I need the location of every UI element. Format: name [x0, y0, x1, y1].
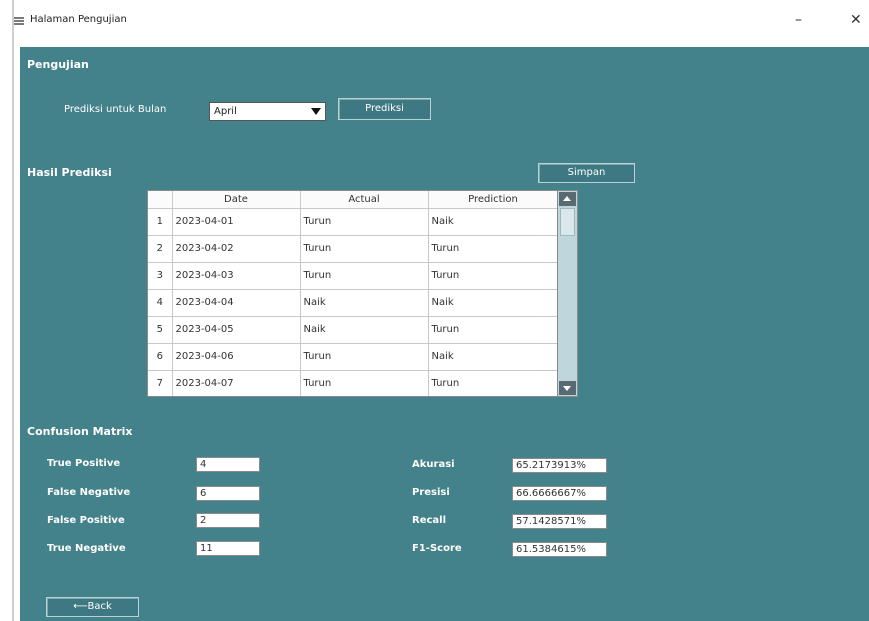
close-button[interactable]: ✕	[850, 12, 862, 28]
cell-actual: Naik	[300, 289, 429, 317]
back-button-label: Back	[87, 601, 112, 612]
row-number: 4	[148, 289, 173, 317]
cell-date: 2023-04-03	[172, 262, 301, 290]
table-row[interactable]: 3 2023-04-03 Turun Turun	[148, 262, 559, 290]
window-left-border	[12, 0, 14, 621]
table-row[interactable]: 7 2023-04-07 Turun Turun	[148, 370, 559, 396]
cell-actual: Naik	[300, 316, 429, 344]
table-row[interactable]: 6 2023-04-06 Turun Naik	[148, 343, 559, 371]
cell-date: 2023-04-04	[172, 289, 301, 317]
cell-actual: Turun	[300, 343, 429, 371]
predict-month-label: Prediksi untuk Bulan	[64, 104, 167, 115]
pengujian-title: Pengujian	[27, 58, 89, 71]
cell-prediction: Turun	[428, 235, 559, 263]
row-number: 2	[148, 235, 173, 263]
table-scrollbar[interactable]	[557, 191, 577, 396]
true-positive-field[interactable]: 4	[196, 457, 260, 472]
false-positive-label: False Positive	[47, 515, 125, 526]
cell-date: 2023-04-01	[172, 208, 301, 236]
title-bar	[14, 0, 869, 44]
row-number: 3	[148, 262, 173, 290]
column-header-prediction[interactable]: Prediction	[428, 191, 559, 209]
chevron-down-icon	[311, 108, 321, 115]
table-row[interactable]: 4 2023-04-04 Naik Naik	[148, 289, 559, 317]
row-number: 1	[148, 208, 173, 236]
predict-button-label: Prediksi	[365, 103, 404, 114]
back-button[interactable]: ⟵ Back	[46, 597, 139, 617]
f1-score-label: F1-Score	[412, 543, 462, 554]
recall-label: Recall	[412, 515, 447, 526]
table-row[interactable]: 1 2023-04-01 Turun Naik	[148, 208, 559, 236]
app-menu-icon[interactable]	[14, 17, 24, 25]
row-number: 5	[148, 316, 173, 344]
accuracy-field[interactable]: 65.2173913%	[512, 458, 607, 473]
cell-date: 2023-04-07	[172, 370, 301, 396]
cell-date: 2023-04-02	[172, 235, 301, 263]
cell-actual: Turun	[300, 370, 429, 396]
month-select-value: April	[214, 106, 237, 117]
precision-field[interactable]: 66.6666667%	[512, 486, 607, 501]
precision-label: Presisi	[412, 487, 450, 498]
table-row[interactable]: 5 2023-04-05 Naik Turun	[148, 316, 559, 344]
save-button[interactable]: Simpan	[538, 163, 635, 183]
table-row[interactable]: 2 2023-04-02 Turun Turun	[148, 235, 559, 263]
false-negative-field[interactable]: 6	[196, 486, 260, 501]
cell-prediction: Naik	[428, 208, 559, 236]
cell-date: 2023-04-06	[172, 343, 301, 371]
scroll-up-arrow-icon[interactable]	[559, 192, 576, 206]
month-select[interactable]: April	[209, 102, 326, 121]
cell-prediction: Naik	[428, 343, 559, 371]
column-header-date[interactable]: Date	[172, 191, 301, 209]
f1-score-field[interactable]: 61.5384615%	[512, 542, 607, 557]
cell-actual: Turun	[300, 235, 429, 263]
column-header-actual[interactable]: Actual	[300, 191, 429, 209]
minimize-button[interactable]: –	[795, 12, 802, 28]
cell-prediction: Turun	[428, 262, 559, 290]
recall-field[interactable]: 57.1428571%	[512, 514, 607, 529]
cell-prediction: Turun	[428, 316, 559, 344]
scrollbar-thumb[interactable]	[560, 208, 575, 236]
save-button-label: Simpan	[567, 167, 606, 178]
confusion-matrix-title: Confusion Matrix	[27, 425, 133, 438]
row-number: 7	[148, 370, 173, 396]
table-header-row: Date Actual Prediction	[148, 191, 559, 209]
predict-button[interactable]: Prediksi	[338, 98, 431, 120]
true-negative-field[interactable]: 11	[196, 541, 260, 556]
cell-date: 2023-04-05	[172, 316, 301, 344]
accuracy-label: Akurasi	[412, 459, 455, 470]
cell-prediction: Turun	[428, 370, 559, 396]
true-negative-label: True Negative	[47, 543, 126, 554]
true-positive-label: True Positive	[47, 458, 121, 469]
hasil-prediksi-title: Hasil Prediksi	[27, 166, 112, 179]
false-positive-field[interactable]: 2	[196, 513, 260, 528]
scroll-down-arrow-icon[interactable]	[559, 381, 576, 395]
false-negative-label: False Negative	[47, 487, 131, 498]
row-number: 6	[148, 343, 173, 371]
prediction-table[interactable]: Date Actual Prediction 1 2023-04-01 Turu…	[147, 190, 578, 397]
back-arrow-icon: ⟵	[73, 601, 88, 612]
cell-actual: Turun	[300, 208, 429, 236]
column-header-number	[148, 191, 173, 209]
cell-actual: Turun	[300, 262, 429, 290]
cell-prediction: Naik	[428, 289, 559, 317]
window-title: Halaman Pengujian	[30, 14, 127, 25]
